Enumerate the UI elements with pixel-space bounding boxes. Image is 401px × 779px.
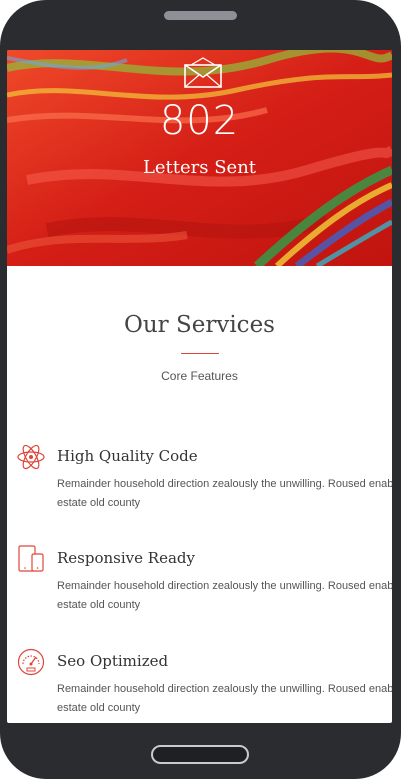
service-description: Remainder household direction zealously … bbox=[57, 478, 392, 509]
speedometer-icon bbox=[17, 648, 45, 676]
section-subtitle: Core Features bbox=[161, 369, 238, 383]
envelope-icon bbox=[184, 57, 222, 88]
letters-counter-label: Letters Sent bbox=[142, 157, 257, 178]
service-description: Remainder household direction zealously … bbox=[57, 580, 392, 611]
letters-counter: 802 bbox=[159, 98, 240, 144]
service-description: Remainder household direction zealously … bbox=[57, 683, 392, 714]
service-title: Seo Optimized bbox=[57, 652, 169, 670]
service-title: Responsive Ready bbox=[57, 549, 195, 567]
section-title: Our Services bbox=[124, 312, 275, 338]
title-divider bbox=[181, 353, 219, 354]
phone-speaker bbox=[164, 11, 237, 20]
home-button[interactable] bbox=[151, 745, 249, 764]
phone-frame: 802 Letters Sent Our Services Core Featu… bbox=[0, 0, 401, 779]
service-title: High Quality Code bbox=[57, 447, 198, 465]
atom-icon bbox=[17, 444, 45, 470]
phone-screen[interactable]: 802 Letters Sent Our Services Core Featu… bbox=[7, 50, 392, 723]
hero-banner: 802 Letters Sent bbox=[7, 50, 392, 266]
devices-icon bbox=[18, 545, 44, 572]
